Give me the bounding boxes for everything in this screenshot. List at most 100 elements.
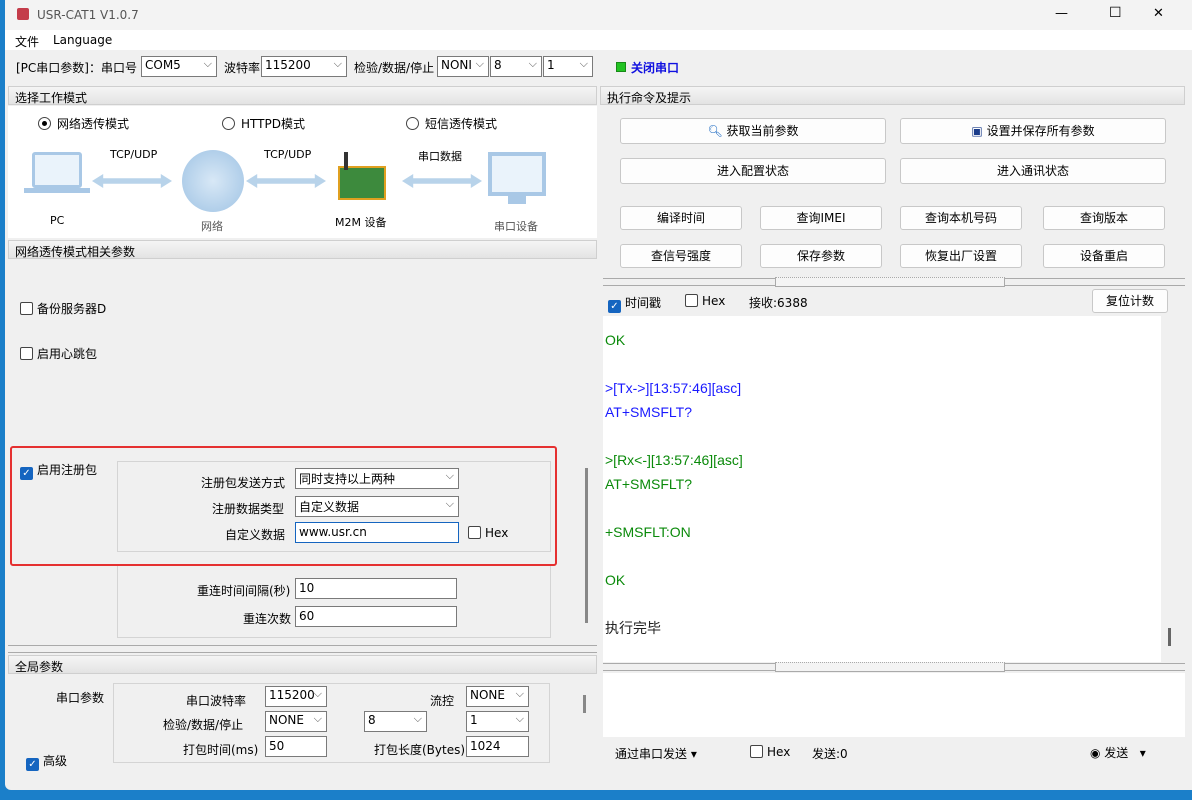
global-parity-label: 检验/数据/停止 <box>163 718 244 732</box>
mode-network[interactable]: 网络透传模式 <box>38 115 129 132</box>
databits-select[interactable]: 8 <box>490 56 542 77</box>
data-type-label: 注册数据类型 <box>212 502 285 516</box>
net-params-header: 网络透传模式相关参数 <box>8 240 597 259</box>
antenna-icon <box>344 152 348 170</box>
net-params-panel: 备份服务器D 启用心跳包 ✓启用注册包 注册包发送方式 同时支持以上两种 注册数… <box>8 260 597 643</box>
scrollbar[interactable] <box>583 695 586 713</box>
reset-count-button[interactable]: 复位计数 <box>1092 289 1168 313</box>
pc-base <box>24 188 90 193</box>
global-databits-select[interactable]: 8 <box>364 711 427 732</box>
send-mode-select[interactable]: 同时支持以上两种 <box>295 468 459 489</box>
log-line: OK <box>605 572 626 588</box>
window-title: USR-CAT1 V1.0.7 <box>37 8 139 22</box>
send-hex-checkbox[interactable]: Hex <box>750 745 790 759</box>
retry-label: 重连次数 <box>243 612 292 626</box>
commands-header: 执行命令及提示 <box>600 86 1185 105</box>
arrow-icon <box>92 174 172 188</box>
stopbits-select[interactable]: 1 <box>543 56 593 77</box>
close-port-button[interactable]: 关闭串口 <box>631 59 679 76</box>
splitter-grip[interactable] <box>775 277 1005 287</box>
link3-label: 串口数据 <box>418 150 462 163</box>
advanced-checkbox[interactable]: ✓ 高级 <box>26 752 67 771</box>
log-line: >[Tx->][13:57:46][asc] <box>605 380 742 396</box>
toolbar: [PC串口参数]：串口号 COM5 波特率 115200 检验/数据/停止 NO… <box>5 52 1192 82</box>
register-hex-checkbox[interactable]: Hex <box>468 526 508 540</box>
menu-file[interactable]: 文件 <box>15 33 39 50</box>
arrow-icon <box>246 174 326 188</box>
send-input[interactable] <box>603 673 1185 737</box>
heartbeat-checkbox[interactable]: 启用心跳包 <box>20 345 97 362</box>
enter-comm-button[interactable]: 进入通讯状态 <box>900 158 1166 184</box>
minimize-button[interactable]: — <box>1055 6 1068 21</box>
m2m-label: M2M 设备 <box>335 216 387 229</box>
timestamp-checkbox[interactable]: ✓ 时间戳 <box>608 294 661 313</box>
save-params-button[interactable]: 保存参数 <box>760 244 882 268</box>
link2-label: TCP/UDP <box>264 148 312 161</box>
flow-select[interactable]: NONE <box>466 686 529 707</box>
pack-time-input[interactable]: 50 <box>265 736 327 757</box>
log-line: +SMSFLT:ON <box>605 524 691 540</box>
global-parity-select[interactable]: NONE <box>265 711 327 732</box>
work-mode-panel: 网络透传模式 HTTPD模式 短信透传模式 PC TCP/UDP 网络 TCP/… <box>8 106 597 238</box>
send-mode-dropdown[interactable]: 通过串口发送 ▾ <box>615 745 697 762</box>
sent-count: 发送:0 <box>812 747 848 761</box>
mode-httpd[interactable]: HTTPD模式 <box>222 115 305 132</box>
global-baud-select[interactable]: 115200 <box>265 686 327 707</box>
recv-count: 接收:6388 <box>749 296 808 310</box>
global-baud-label: 串口波特率 <box>186 694 247 708</box>
mode-sms[interactable]: 短信透传模式 <box>406 115 497 132</box>
m2m-device-icon <box>338 166 386 200</box>
log-scrollbar[interactable] <box>1168 628 1171 646</box>
close-button[interactable]: ✕ <box>1153 6 1164 21</box>
send-mode-label: 注册包发送方式 <box>201 476 286 490</box>
signal-strength-button[interactable]: 查信号强度 <box>620 244 742 268</box>
save-all-button[interactable]: ▣ 设置并保存所有参数 <box>900 118 1166 144</box>
baud-select[interactable]: 115200 <box>261 56 347 77</box>
query-version-button[interactable]: 查询版本 <box>1043 206 1165 230</box>
serial-label: 串口设备 <box>494 220 538 233</box>
compile-time-button[interactable]: 编译时间 <box>620 206 742 230</box>
custom-data-input[interactable]: www.usr.cn <box>295 522 459 543</box>
reconnect-input[interactable]: 10 <box>295 578 457 599</box>
work-mode-header: 选择工作模式 <box>8 86 597 105</box>
parity-select[interactable]: NONI <box>437 56 489 77</box>
data-type-select[interactable]: 自定义数据 <box>295 496 459 517</box>
reconnect-label: 重连时间间隔(秒) <box>197 584 291 598</box>
send-button[interactable]: ◉ 发送 ▾ <box>1090 744 1146 761</box>
arrow-icon <box>402 174 482 188</box>
port-status-icon <box>616 62 626 72</box>
global-panel: 串口参数 串口波特率 115200 流控 NONE 检验/数据/停止 NONE … <box>8 675 597 775</box>
pack-len-input[interactable]: 1024 <box>466 736 529 757</box>
get-params-button[interactable]: 🔍︎ 获取当前参数 <box>620 118 886 144</box>
retry-input[interactable]: 60 <box>295 606 457 627</box>
splitter[interactable] <box>8 645 597 653</box>
maximize-button[interactable]: ☐ <box>1109 5 1122 21</box>
enter-config-button[interactable]: 进入配置状态 <box>620 158 886 184</box>
net-label: 网络 <box>201 220 223 233</box>
title-bar: USR-CAT1 V1.0.7 — ☐ ✕ <box>5 0 1192 30</box>
menu-language[interactable]: Language <box>53 33 112 47</box>
reconnect-group <box>117 566 551 638</box>
scrollbar[interactable] <box>585 468 588 623</box>
splitter-grip[interactable] <box>775 662 1005 672</box>
baud-label: 波特率 <box>224 61 261 75</box>
port-select[interactable]: COM5 <box>141 56 217 77</box>
pc-icon <box>32 152 82 188</box>
monitor-stand <box>508 196 526 204</box>
reboot-button[interactable]: 设备重启 <box>1043 244 1165 268</box>
log-output[interactable]: OK >[Tx->][13:57:46][asc] AT+SMSFLT? >[Rx<-… <box>603 316 1161 662</box>
query-imei-button[interactable]: 查询IMEI <box>760 206 882 230</box>
log-line: 执行完毕 <box>605 620 661 636</box>
app-icon <box>17 8 29 20</box>
query-number-button[interactable]: 查询本机号码 <box>900 206 1022 230</box>
log-line: OK <box>605 332 626 348</box>
register-checkbox[interactable]: ✓ 启用注册包 <box>20 461 97 480</box>
backup-server-checkbox[interactable]: 备份服务器D <box>20 300 106 317</box>
search-doc-icon: 🔍︎ <box>707 124 727 138</box>
app-window: USR-CAT1 V1.0.7 — ☐ ✕ 文件 Language [PC串口参… <box>5 0 1192 790</box>
factory-reset-button[interactable]: 恢复出厂设置 <box>900 244 1022 268</box>
global-stopbits-select[interactable]: 1 <box>466 711 529 732</box>
log-hex-checkbox[interactable]: Hex <box>685 294 725 308</box>
